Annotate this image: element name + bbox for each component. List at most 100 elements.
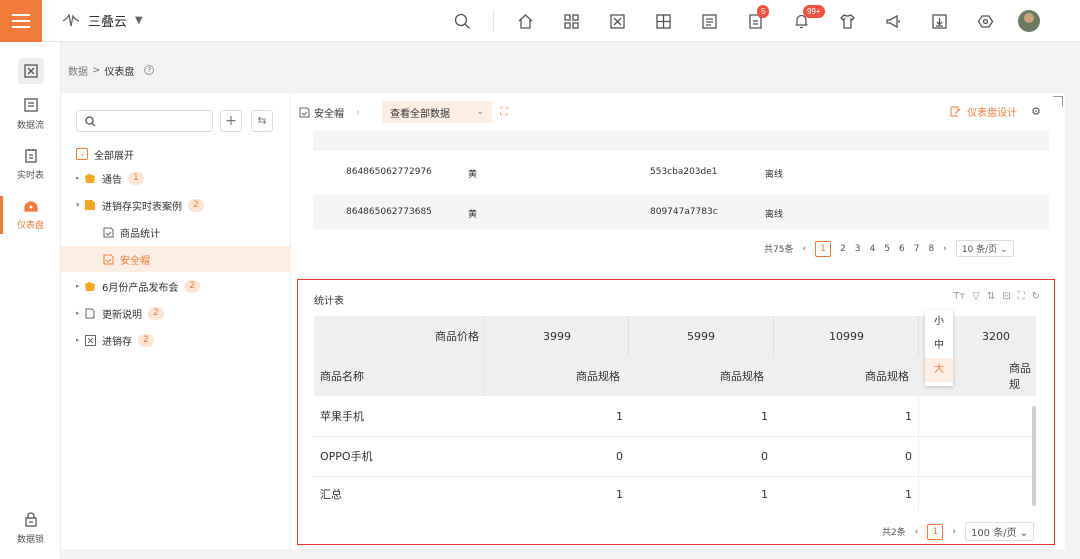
row-value: 1 [761, 409, 768, 423]
nav-item-home[interactable] [0, 58, 61, 88]
expand-corner-icon[interactable] [1053, 96, 1063, 106]
page-button[interactable]: 4 [870, 244, 876, 254]
filter-icon[interactable]: ▽ [972, 291, 980, 302]
fullscreen-icon[interactable]: ⛶ [500, 105, 508, 119]
folder-icon [84, 172, 96, 184]
notifications-button[interactable]: 99+ [786, 5, 825, 36]
home-button[interactable] [510, 6, 540, 36]
data-table-pager: 共75条 ‹ 1 2 3 4 5 6 7 8 › 10 条/页 ⌄ [764, 240, 1014, 257]
stats-title: 统计表 [314, 296, 344, 307]
page-size-select[interactable]: 100 条/页 ⌄ [964, 522, 1035, 541]
help-icon[interactable]: ? [144, 65, 155, 75]
tree-search-input[interactable] [76, 110, 213, 132]
cell-code: 553cba203de1 [650, 167, 718, 177]
tree-item-helmet[interactable]: 安全帽 [61, 246, 291, 272]
expand-all-label: 全部展开 [94, 150, 134, 162]
page-button[interactable]: 5 [884, 244, 890, 254]
table-row [313, 131, 1049, 151]
size-option-medium[interactable]: 中 [925, 334, 953, 358]
row-name: 汇总 [320, 488, 342, 501]
page-button[interactable]: 7 [914, 244, 920, 254]
expand-all-button[interactable]: ⌄ 全部展开 [61, 141, 291, 167]
swap-button[interactable]: ⇆ [251, 110, 273, 132]
nav-item-realtime[interactable]: 实时表 [0, 146, 61, 181]
export-icon[interactable]: ⊟ [1002, 291, 1010, 302]
spec-header: 商品规格 [720, 370, 764, 383]
dashboard-file-icon [102, 226, 114, 238]
nav-item-dashboard[interactable]: 仪表盘 [0, 196, 61, 234]
tree-item-label: 安全帽 [120, 255, 150, 267]
left-nav: 数据流 实时表 仪表盘 数据锁 [0, 42, 61, 559]
caret-right-icon: ▸ [76, 282, 80, 290]
nav-label: 数据锁 [16, 535, 44, 545]
shirt-icon [839, 13, 855, 29]
dashboard-design-button[interactable]: 仪表盘设计 ⚙ [950, 104, 1041, 119]
breadcrumb-parent[interactable]: 数据 [68, 63, 88, 78]
page-button[interactable]: 1 [815, 240, 832, 257]
tree-item-count: 2 [138, 333, 154, 347]
row-name: OPPO手机 [320, 450, 373, 463]
documents-button[interactable]: 5 [740, 5, 770, 36]
page-button[interactable]: 3 [855, 244, 861, 254]
tree-item-notice[interactable]: ▸ 通告 1 [61, 165, 291, 191]
view-select[interactable]: 查看全部数据 ⌄ [382, 101, 492, 123]
row-value: 0 [616, 449, 623, 463]
size-option-small[interactable]: 小 [925, 310, 953, 334]
tab-helmet[interactable]: 安全帽 › [299, 105, 360, 120]
font-size-icon[interactable]: Tт [953, 291, 965, 302]
menu-button[interactable] [0, 0, 42, 42]
apps-button[interactable] [556, 6, 586, 36]
tree-item-product-stats[interactable]: 商品统计 [61, 219, 291, 245]
tree-item-inventory-case[interactable]: ▾ 进销存实时表案例 2 [61, 192, 291, 218]
price-label: 商品价格 [435, 330, 479, 343]
add-button[interactable]: + [220, 110, 242, 132]
search-icon [454, 13, 470, 29]
spec-header: 商品规格 [865, 370, 909, 383]
analytics-button[interactable] [602, 6, 632, 36]
search-button[interactable] [447, 6, 477, 36]
tree-item-label: 更新说明 [102, 309, 142, 321]
view-select-value: 查看全部数据 [390, 108, 450, 120]
vertical-scrollbar[interactable] [1032, 406, 1036, 506]
cell-color: 黄 [468, 210, 478, 220]
megaphone-icon [885, 14, 900, 28]
workspace-switcher[interactable]: 三叠云 ▼ [62, 11, 143, 30]
sort-icon[interactable]: ⇅ [987, 291, 995, 302]
size-option-large[interactable]: 大 [925, 358, 953, 382]
page-button[interactable]: 8 [928, 244, 934, 254]
page-size-select[interactable]: 10 条/页 ⌄ [955, 240, 1014, 257]
tree-item-label: 进销存 [102, 336, 132, 348]
theme-button[interactable] [832, 6, 862, 36]
tasks-button[interactable] [694, 6, 724, 36]
announce-button[interactable] [878, 6, 908, 36]
tree-item-inventory[interactable]: ▸ 进销存 2 [61, 327, 291, 353]
tree-item-count: 2 [184, 279, 201, 293]
page-button[interactable]: 2 [840, 244, 846, 254]
row-name: 苹果手机 [320, 410, 364, 423]
row-value: 0 [761, 449, 768, 463]
next-page-icon[interactable]: › [952, 527, 956, 537]
prev-page-icon[interactable]: ‹ [802, 244, 806, 254]
tree-item-release-notes[interactable]: ▸ 更新说明 2 [61, 300, 291, 326]
nav-item-dataflow[interactable]: 数据流 [0, 96, 61, 131]
layout-button[interactable] [648, 6, 678, 36]
page-button[interactable]: 6 [899, 244, 905, 254]
hamburger-icon [12, 14, 30, 28]
refresh-icon[interactable]: ↻ [1032, 291, 1040, 302]
tree-item-launch[interactable]: ▸ 6月份产品发布会 2 [61, 273, 291, 299]
page-button[interactable]: 1 [927, 523, 944, 540]
row-value: 1 [905, 487, 912, 501]
settings-button[interactable] [970, 6, 1000, 36]
prev-page-icon[interactable]: ‹ [915, 527, 919, 537]
avatar[interactable] [1018, 10, 1040, 32]
row-value: 1 [616, 409, 623, 423]
gear-icon[interactable]: ⚙ [1031, 105, 1041, 118]
tree-item-count: 2 [188, 198, 204, 212]
caret-right-icon: ▸ [76, 336, 80, 344]
next-page-icon[interactable]: › [943, 244, 947, 254]
download-button[interactable] [924, 6, 954, 36]
dashboard-file-icon [299, 107, 310, 117]
nav-item-datalock[interactable]: 数据锁 [0, 510, 61, 545]
fullscreen-icon[interactable]: ⛶ [1018, 291, 1025, 302]
pager-total: 共2条 [882, 528, 906, 538]
